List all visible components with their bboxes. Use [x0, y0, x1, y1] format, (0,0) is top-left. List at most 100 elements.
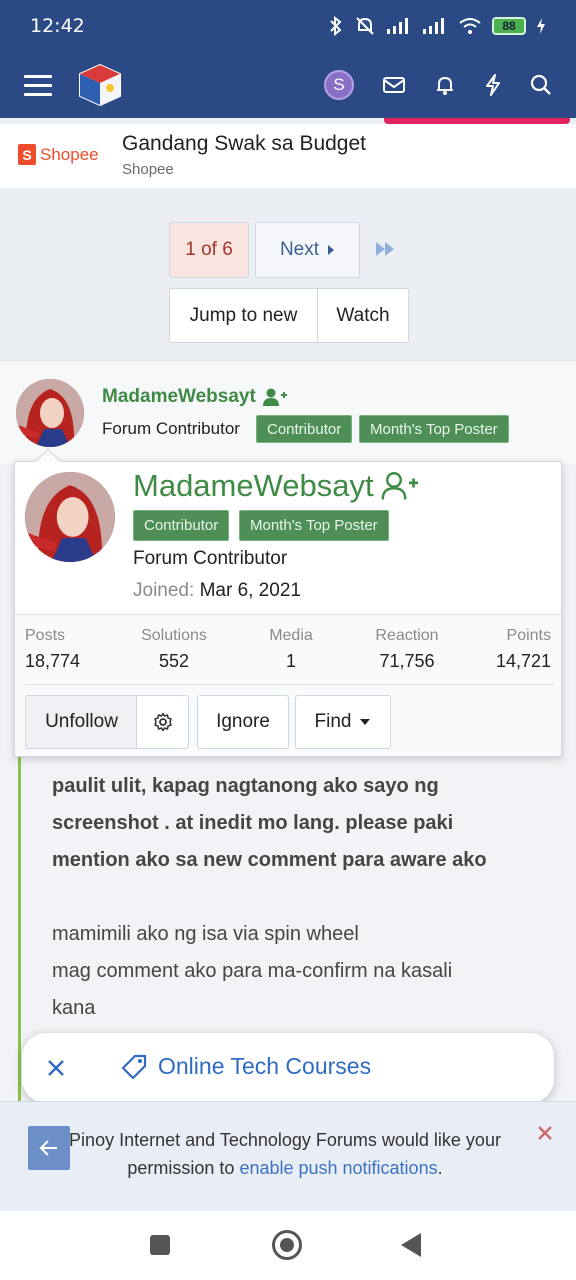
post-line: screenshot . at inedit mo lang. please p…: [52, 812, 454, 834]
thread-actions: Jump to new Watch: [169, 288, 409, 343]
author-avatar-image: [16, 379, 84, 447]
signal-icon-2: [423, 18, 444, 34]
tooltip-avatar[interactable]: [25, 472, 115, 562]
ad-subtitle: Shopee: [122, 161, 174, 178]
post-line: paulit ulit, kapag nagtanong ako sayo ng: [52, 775, 439, 797]
push-text-after: .: [437, 1158, 443, 1178]
tooltip-actions: Unfollow Ignore Find: [25, 684, 555, 750]
close-icon[interactable]: [536, 1124, 554, 1142]
member-tooltip: MadameWebsayt Contributor Month's Top Po…: [14, 448, 562, 757]
chip-label: Online Tech Courses: [158, 1053, 372, 1079]
search-icon[interactable]: [530, 74, 552, 96]
tooltip-role: Forum Contributor: [133, 548, 288, 569]
menu-icon[interactable]: [24, 73, 52, 97]
stat-value: 14,721: [495, 651, 551, 671]
arrow-left-icon: [39, 1140, 57, 1156]
battery-icon: 88: [492, 17, 526, 35]
stat-media[interactable]: Media 1: [261, 627, 321, 672]
badge-top-poster: Month's Top Poster: [359, 415, 509, 443]
post-author-row: MadameWebsayt Forum Contributor Contribu…: [0, 360, 576, 464]
charging-icon: [537, 18, 545, 34]
next-label: Next: [279, 239, 320, 260]
wifi-icon: [459, 18, 481, 34]
stat-label: Reaction: [375, 627, 439, 644]
stat-value: 18,774: [25, 651, 81, 671]
find-label: Find: [314, 711, 352, 732]
post-line: mention ako sa new comment para aware ak…: [52, 849, 487, 871]
last-page-icon[interactable]: [374, 240, 396, 258]
lightning-icon[interactable]: [484, 74, 502, 96]
bluetooth-icon: [330, 16, 342, 36]
bell-icon[interactable]: [434, 74, 456, 96]
stat-solutions[interactable]: Solutions 552: [137, 627, 211, 672]
push-text: Pinoy Internet and Technology Forums wou…: [40, 1126, 530, 1182]
shopee-logo: S Shopee: [18, 144, 99, 165]
shopee-bag-icon: S: [18, 144, 36, 165]
caret-down-icon: [360, 719, 371, 725]
author-name[interactable]: MadameWebsayt: [102, 386, 288, 408]
author-name-text: MadameWebsayt: [102, 386, 256, 407]
gear-icon: [153, 712, 172, 732]
home-icon[interactable]: [272, 1230, 302, 1260]
ad-top-strip: [0, 118, 576, 124]
badge-contributor: Contributor: [133, 510, 230, 541]
stat-label: Media: [269, 627, 313, 644]
badge-top-poster: Month's Top Poster: [239, 510, 389, 541]
suggestion-chip[interactable]: Online Tech Courses: [22, 1033, 554, 1103]
unfollow-button[interactable]: Unfollow: [25, 695, 137, 749]
user-avatar[interactable]: S: [324, 70, 354, 100]
jump-to-new-button[interactable]: Jump to new: [170, 289, 318, 342]
close-icon[interactable]: [46, 1055, 66, 1081]
post-line: mag comment ako para ma-confirm na kasal…: [52, 960, 453, 982]
stat-label: Posts: [25, 627, 66, 644]
post-line: mamimili ako ng isa via spin wheel: [52, 923, 359, 945]
quote-bar: [18, 734, 21, 1104]
status-time: 12:42: [30, 15, 85, 37]
watch-button[interactable]: Watch: [318, 289, 408, 342]
follow-user-icon[interactable]: [380, 471, 420, 501]
enable-push-link[interactable]: enable push notifications: [239, 1158, 437, 1178]
ignore-button[interactable]: Ignore: [197, 695, 289, 749]
stat-label: Points: [506, 627, 551, 644]
header-actions: S: [324, 70, 552, 100]
author-avatar[interactable]: [16, 379, 84, 447]
push-notification-banner: Pinoy Internet and Technology Forums wou…: [0, 1101, 576, 1211]
signal-icon: [387, 18, 408, 34]
ad-title: Gandang Swak sa Budget: [122, 132, 367, 155]
follow-settings-button[interactable]: [136, 695, 189, 749]
tooltip-stats: Posts 18,774 Solutions 552 Media 1 React…: [15, 614, 561, 684]
tag-icon: [122, 1054, 147, 1080]
follow-user-icon[interactable]: [262, 387, 288, 407]
stat-label: Solutions: [141, 627, 207, 644]
caret-right-icon: [328, 245, 335, 255]
inbox-icon[interactable]: [382, 75, 406, 95]
page-current[interactable]: 1 of 6: [169, 222, 249, 278]
recents-icon[interactable]: [150, 1235, 170, 1255]
site-logo-icon[interactable]: [76, 61, 124, 109]
site-header: S: [0, 52, 576, 118]
tooltip-profile: MadameWebsayt Contributor Month's Top Po…: [15, 462, 561, 614]
stat-value: 552: [158, 651, 190, 671]
post-line: kana: [52, 997, 96, 1019]
stat-points[interactable]: Points 14,721: [491, 627, 551, 672]
joined-label: Joined:: [133, 580, 195, 601]
author-role: Forum Contributor: [102, 419, 240, 438]
badge-contributor: Contributor: [256, 415, 353, 443]
sponsored-ad[interactable]: S Shopee Gandang Swak sa Budget Shopee: [0, 118, 576, 188]
status-icons: 88: [328, 16, 546, 36]
system-nav-bar: [0, 1211, 576, 1280]
find-button[interactable]: Find: [295, 695, 391, 749]
stat-posts[interactable]: Posts 18,774: [25, 627, 80, 672]
status-bar: 12:42 88: [0, 0, 576, 52]
back-icon[interactable]: [401, 1233, 421, 1257]
back-to-top-button[interactable]: [28, 1126, 70, 1170]
mute-icon: [356, 17, 374, 35]
tooltip-joined: Joined: Mar 6, 2021: [133, 580, 301, 602]
ad-pink-tab: [384, 118, 570, 124]
shopee-brand: Shopee: [40, 144, 99, 164]
tooltip-name[interactable]: MadameWebsayt: [133, 468, 420, 504]
tooltip-avatar-image: [25, 472, 115, 562]
joined-date: Mar 6, 2021: [199, 580, 301, 601]
next-page-button[interactable]: Next: [255, 222, 360, 278]
stat-reaction[interactable]: Reaction 71,756: [367, 627, 447, 672]
